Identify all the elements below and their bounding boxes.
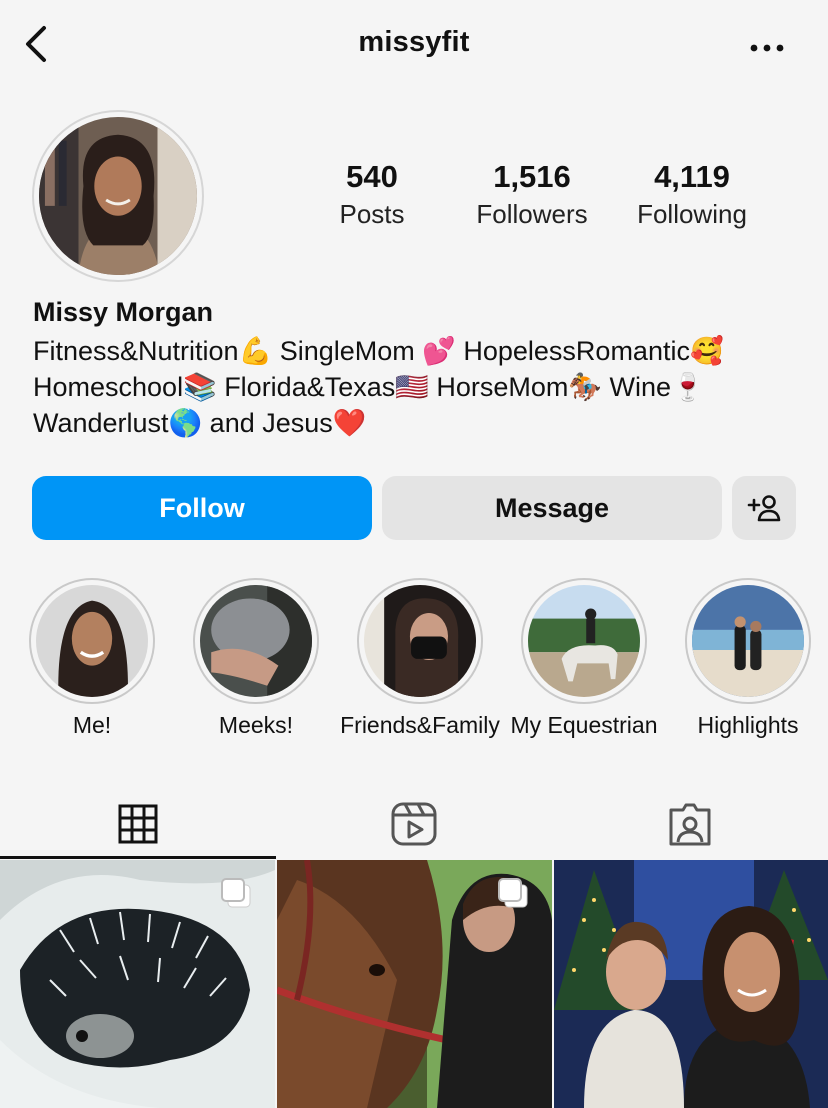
highlight-my-equestrian[interactable]: My Equestrian: [510, 578, 658, 738]
followers-label: Followers: [476, 199, 588, 229]
highlight-highlights[interactable]: Highlights: [684, 578, 812, 738]
posts-grid: [0, 860, 828, 1108]
highlight-cover-image: [692, 585, 804, 697]
active-tab-indicator: [0, 856, 276, 859]
posts-stat[interactable]: 540 Posts: [297, 158, 447, 232]
highlight-cover-image: [200, 585, 312, 697]
tab-reels[interactable]: [276, 790, 552, 858]
reels-icon: [391, 802, 437, 846]
highlight-label: Meeks!: [218, 712, 294, 738]
highlight-label: Friends&Family: [340, 712, 500, 738]
following-stat[interactable]: 4,119 Following: [617, 158, 767, 232]
multiple-photos-icon: [221, 878, 251, 908]
followers-stat[interactable]: 1,516 Followers: [457, 158, 607, 232]
suggest-people-button[interactable]: [732, 476, 796, 540]
post-thumbnail[interactable]: [277, 860, 552, 1108]
highlight-cover-image: [364, 585, 476, 697]
bio-line: Homeschool📚 Florida&Texas🇺🇸 HorseMom🏇 Wi…: [33, 372, 705, 402]
post-thumbnail[interactable]: [554, 860, 828, 1108]
grid-icon: [118, 804, 158, 844]
posts-count: 540: [346, 159, 398, 194]
tab-tagged[interactable]: [552, 790, 828, 858]
posts-label: Posts: [339, 199, 405, 229]
ellipsis-icon: [750, 44, 784, 52]
post-thumbnail[interactable]: [0, 860, 275, 1108]
profile-bio: Fitness&Nutrition💪 SingleMom 💕 HopelessR…: [33, 333, 813, 441]
highlight-friends-family[interactable]: Friends&Family: [340, 578, 500, 738]
multiple-photos-icon: [498, 878, 528, 908]
highlight-label: Highlights: [697, 712, 799, 738]
profile-display-name: Missy Morgan: [33, 297, 214, 327]
highlight-label: Me!: [72, 712, 112, 738]
top-bar: missyfit: [0, 0, 828, 92]
profile-avatar: [39, 117, 197, 275]
profile-avatar-ring[interactable]: [32, 110, 204, 282]
follow-button[interactable]: Follow: [32, 476, 372, 540]
bio-line: Wanderlust🌎 and Jesus❤️: [33, 408, 367, 438]
highlight-cover-image: [528, 585, 640, 697]
add-user-icon: [747, 495, 781, 522]
tab-posts-grid[interactable]: [0, 790, 276, 858]
message-button[interactable]: Message: [382, 476, 722, 540]
profile-username: missyfit: [358, 26, 470, 58]
following-count: 4,119: [654, 159, 730, 194]
highlight-label: My Equestrian: [510, 712, 658, 738]
highlight-me[interactable]: Me!: [28, 578, 156, 738]
tagged-icon: [669, 803, 711, 846]
highlight-cover-image: [36, 585, 148, 697]
highlight-meeks[interactable]: Meeks!: [192, 578, 320, 738]
bio-line: Fitness&Nutrition💪 SingleMom 💕 HopelessR…: [33, 336, 724, 366]
followers-count: 1,516: [493, 159, 571, 194]
more-options-button[interactable]: [750, 40, 784, 52]
following-label: Following: [637, 199, 747, 229]
